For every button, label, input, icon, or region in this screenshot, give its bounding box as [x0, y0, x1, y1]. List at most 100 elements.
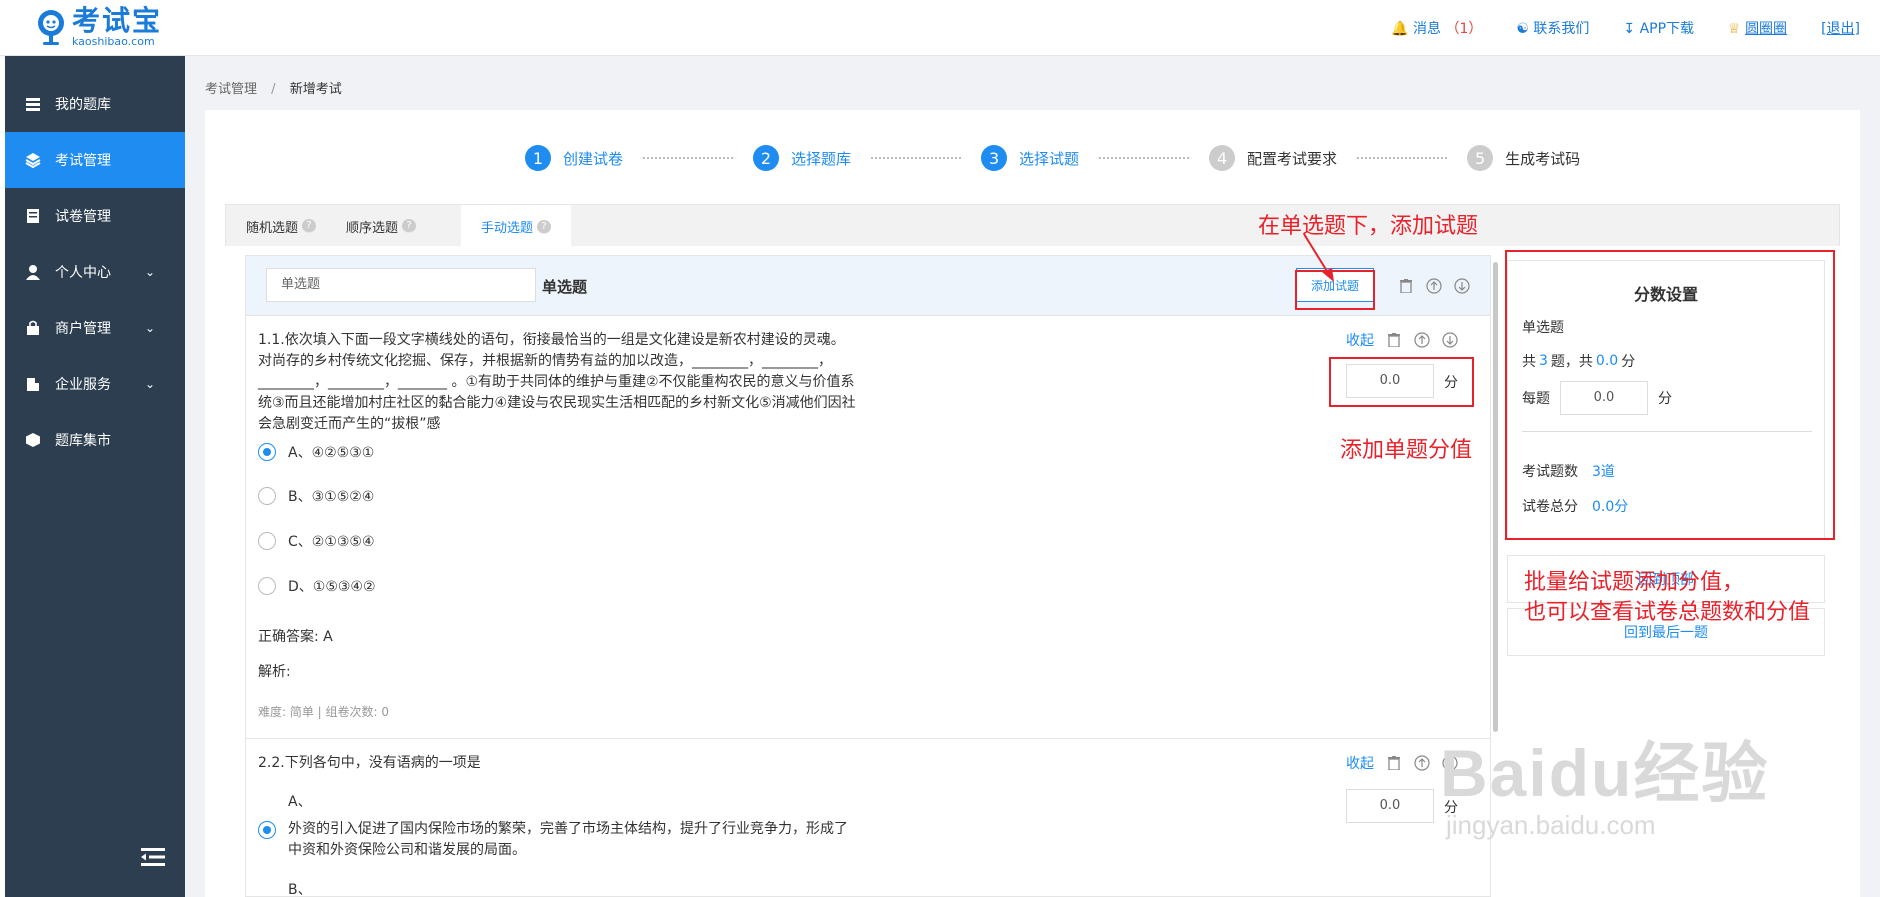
radio[interactable]: [258, 577, 276, 595]
step-connector: [871, 157, 962, 159]
watermark-big: Baidu经验: [1440, 736, 1770, 810]
user-icon: [25, 264, 41, 280]
question-meta: 难度: 简单 | 组卷次数: 0: [258, 705, 390, 719]
logout-link[interactable]: [退出]: [1821, 18, 1860, 38]
tab-random-select[interactable]: 随机选题?: [226, 205, 336, 247]
option-label: D、①⑤③④②: [288, 579, 376, 595]
app-download-link[interactable]: ↧ APP下载: [1623, 18, 1694, 38]
step-number: 4: [1209, 145, 1236, 171]
sidebar-item-exam-management[interactable]: 考试管理: [5, 132, 185, 188]
sidebar-item-personal-center[interactable]: 个人中心 ⌄: [5, 244, 185, 300]
sidebar-item-label: 企业服务: [55, 377, 111, 393]
sidebar-item-label: 商户管理: [55, 321, 111, 337]
step-number: 2: [753, 145, 780, 171]
radio[interactable]: [258, 487, 276, 505]
sidebar-item-bank-market[interactable]: 题库集市: [5, 412, 185, 468]
trash-icon[interactable]: [1386, 332, 1402, 348]
sidebar-item-label: 我的题库: [55, 97, 111, 113]
sidebar-item-label: 考试管理: [55, 153, 111, 169]
menu-collapse-icon[interactable]: [141, 847, 165, 867]
question-type-input[interactable]: 单选题: [266, 268, 536, 302]
sidebar-item-merchant-management[interactable]: 商户管理 ⌄: [5, 300, 185, 356]
question-score-input[interactable]: 0.0: [1346, 789, 1434, 823]
tab-manual-select[interactable]: 手动选题?: [461, 205, 572, 248]
sidebar-item-enterprise-service[interactable]: 企业服务 ⌄: [5, 356, 185, 412]
sidebar-item-label: 试卷管理: [55, 209, 111, 225]
breadcrumb-current: 新增考试: [289, 82, 342, 97]
collapse-link[interactable]: 收起: [1346, 330, 1374, 350]
option-b[interactable]: B、③①⑤②④: [258, 486, 374, 506]
headset-icon: ☯: [1516, 21, 1529, 37]
step-select-bank: 2 选择题库: [753, 145, 851, 171]
building-icon: [25, 376, 41, 392]
document-icon: [25, 208, 41, 224]
baidu-watermark: Baidu经验 jingyan.baidu.com: [1440, 720, 1769, 841]
user-name: 圆圈圈: [1745, 21, 1788, 37]
annotation-add-score: 添加单题分值: [1340, 438, 1473, 463]
trash-icon[interactable]: [1398, 278, 1414, 294]
question-item: 2.2.下列各句中，没有语病的一项是 收起 0.0 分 A、 外资的引入促进了国…: [246, 739, 1490, 897]
breadcrumb-separator: /: [271, 82, 276, 97]
step-number: 1: [525, 145, 551, 171]
sidebar-item-label: 个人中心: [55, 265, 111, 281]
annotation-add-question: 在单选题下，添加试题: [1258, 214, 1479, 239]
step-label: 选择试题: [1019, 149, 1080, 168]
messages-count: （1）: [1445, 21, 1483, 37]
messages-label: 消息: [1413, 21, 1441, 37]
option-b-label: B、: [288, 882, 312, 897]
option-c[interactable]: C、②①③⑤④: [258, 531, 375, 551]
sidebar-item-my-banks[interactable]: 我的题库: [5, 76, 185, 132]
question-list: 单选题 单选题 添加试题 1.1.依次填入下面一段文字横线处的语句，衔接最恰当的…: [245, 255, 1491, 897]
question-text: 2.2.下列各句中，没有语病的一项是: [258, 755, 481, 771]
help-icon: ?: [302, 219, 317, 233]
crown-icon: ♕: [1728, 21, 1741, 37]
tab-sequential-select[interactable]: 顺序选题?: [326, 205, 436, 247]
step-label: 选择题库: [791, 149, 852, 168]
help-icon: ?: [537, 219, 552, 234]
option-a[interactable]: 外资的引入促进了国内保险市场的繁荣，完善了市场主体结构，提升了行业竞争力，形成了…: [258, 819, 858, 861]
app-download-label: APP下载: [1639, 21, 1695, 37]
trash-icon[interactable]: [1386, 755, 1402, 771]
step-connector: [643, 157, 734, 159]
move-down-icon[interactable]: [1454, 278, 1470, 294]
radio-selected[interactable]: [258, 821, 276, 839]
step-create-paper: 1 创建试卷: [525, 145, 623, 171]
step-label: 生成考试码: [1505, 149, 1581, 168]
step-number: 5: [1467, 145, 1494, 171]
bag-icon: [25, 320, 41, 336]
messages-link[interactable]: 🔔 消息 （1）: [1391, 18, 1482, 38]
step-number: 3: [981, 145, 1008, 171]
logo-name: 考试宝: [72, 4, 163, 37]
chevron-down-icon: ⌄: [144, 377, 155, 391]
layers-icon: [25, 152, 41, 168]
contact-link[interactable]: ☯ 联系我们: [1516, 18, 1589, 38]
breadcrumb-parent[interactable]: 考试管理: [205, 82, 257, 97]
step-connector: [1099, 157, 1190, 159]
logo-mascot-icon: [34, 8, 68, 46]
step-label: 创建试卷: [563, 149, 624, 168]
collapse-link[interactable]: 收起: [1346, 753, 1374, 773]
step-label: 配置考试要求: [1247, 149, 1338, 168]
logo-url: kaoshibao.com: [72, 35, 155, 48]
sidebar: 我的题库 考试管理 试卷管理 个人中心 ⌄ 商户管理 ⌄ 企业服务 ⌄ 题库集市: [5, 56, 185, 897]
list-icon: [25, 96, 41, 112]
scrollbar[interactable]: [1493, 262, 1498, 732]
step-indicator: 1 创建试卷 2 选择题库 3 选择试题 4 配置考试要求 5 生成考试码: [525, 145, 1580, 171]
annotation-batch-line1: 批量给试题添加分值，: [1524, 570, 1745, 595]
user-link[interactable]: ♕ 圆圈圈: [1728, 18, 1787, 38]
radio[interactable]: [258, 532, 276, 550]
move-up-icon[interactable]: [1426, 278, 1442, 294]
move-up-icon[interactable]: [1414, 332, 1430, 348]
sidebar-item-paper-management[interactable]: 试卷管理: [5, 188, 185, 244]
move-up-icon[interactable]: [1414, 755, 1430, 771]
move-down-icon[interactable]: [1442, 332, 1458, 348]
tab-label: 手动选题: [481, 221, 534, 236]
option-d[interactable]: D、①⑤③④②: [258, 576, 376, 596]
logo[interactable]: 考试宝 kaoshibao.com: [34, 6, 162, 48]
option-a[interactable]: A、④②⑤③①: [258, 442, 374, 462]
help-icon: ?: [402, 219, 417, 233]
step-select-questions: 3 选择试题: [981, 145, 1079, 171]
option-label: A、④②⑤③①: [288, 445, 375, 461]
radio-selected[interactable]: [258, 443, 276, 461]
annotation-box-add-button: [1295, 270, 1375, 310]
